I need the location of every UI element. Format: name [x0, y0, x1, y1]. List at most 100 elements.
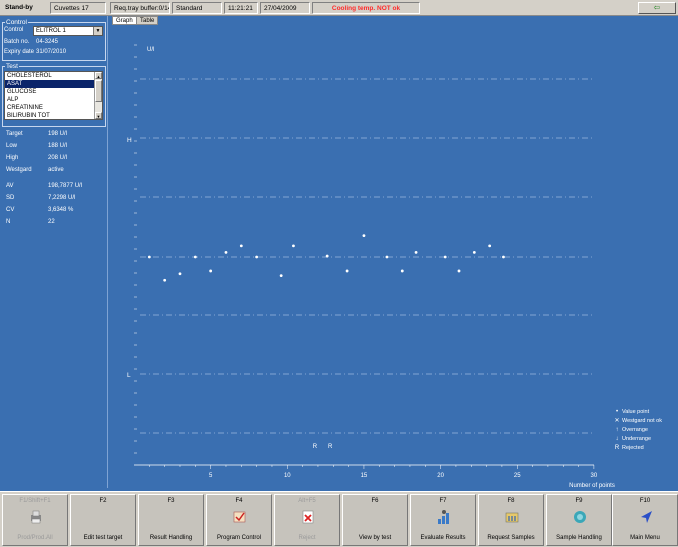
list-item[interactable]: CREATININE	[5, 104, 95, 112]
sample-handling-icon	[572, 509, 588, 525]
westgard-row: Westgard active	[6, 167, 64, 173]
value-point	[279, 274, 283, 277]
expiry-label: Expiry date	[4, 49, 35, 55]
tab-table[interactable]: Table	[136, 16, 159, 25]
test-list[interactable]: CHOLESTEROL ASAT GLUCOSE ALP CREATININE …	[4, 71, 103, 120]
fkey-shortcut: Alt+F5	[298, 498, 316, 504]
control-legend: Control	[6, 19, 27, 26]
fkey-label: Edit test target	[83, 535, 123, 541]
list-item[interactable]: CHOLESTEROL	[5, 72, 95, 80]
expiry-value: 31/07/2010	[36, 49, 67, 55]
value-point	[193, 255, 197, 259]
chevron-down-icon[interactable]: ▼	[93, 27, 102, 35]
legend-label: Underrange	[622, 436, 652, 442]
status-cuvettes: Cuvettes 17	[50, 2, 106, 14]
legend-item: ↓ Underrange	[612, 435, 676, 444]
fkey-label: Program Control	[216, 535, 261, 541]
cv-value: 3,6348 %	[48, 207, 74, 213]
batch-value: 04-3245	[36, 39, 59, 45]
legend-label: Overrange	[622, 427, 648, 433]
rejected-labels: RR	[313, 444, 333, 450]
value-point	[502, 255, 505, 259]
legend-label: Value point	[622, 409, 650, 415]
function-key-bar: F1/Shift+F1 Prod/Prod.All F2 Edit test targ…	[0, 491, 678, 547]
legend-item: R Rejected	[612, 444, 676, 453]
low-label: Low	[6, 143, 18, 149]
high-row: High 208 U/l	[6, 155, 67, 161]
x-tick-label: 25	[514, 473, 521, 479]
legend-glyph: R	[614, 445, 620, 451]
high-value: 208 U/l	[48, 155, 68, 161]
legend-item: • Value point	[612, 408, 676, 417]
value-point	[209, 269, 213, 273]
value-point	[224, 250, 228, 254]
value-point	[325, 254, 329, 258]
fkey-result-handling-button[interactable]: F3 Result Handling	[138, 494, 204, 546]
fkey-request-samples-button[interactable]: F8 Request Samples	[478, 494, 544, 546]
control-label: Control	[4, 27, 24, 33]
high-label: High	[6, 155, 19, 161]
list-item-selected[interactable]: ASAT	[5, 80, 95, 88]
scroll-down-icon[interactable]: ▼	[95, 112, 102, 119]
value-point	[414, 250, 418, 254]
av-label: AV	[6, 183, 14, 189]
x-axis-ticks: 5 10 15 20 25 30	[149, 465, 598, 479]
fkey-shortcut: F10	[639, 498, 651, 504]
cv-row: CV 3,6348 %	[6, 207, 73, 213]
target-value: 198 U/l	[48, 131, 68, 137]
legend-label: Westgard not ok	[622, 418, 662, 424]
value-point	[443, 255, 447, 259]
x-tick-label: 10	[284, 473, 291, 479]
list-item[interactable]: BILIRUBIN TOT	[5, 112, 95, 119]
chart-legend: • Value point ✕ Westgard not ok ↑ Overrange ↓ U…	[612, 408, 676, 453]
fkey-evaluate-results-button[interactable]: F7 Evaluate Results	[410, 494, 476, 546]
fkey-label: Result Handling	[149, 535, 193, 541]
fkey-main-menu-button[interactable]: F10 Main Menu	[612, 494, 678, 546]
expiry-row: Expiry date 31/07/2010	[4, 49, 66, 55]
value-point	[147, 255, 151, 259]
qc-chart: U/l H L 5 10 15 20 25 30 Number of points RR	[127, 44, 615, 489]
x-tick-label: 30	[591, 473, 598, 479]
legend-label: Rejected	[622, 445, 644, 451]
batch-row: Batch no. 04-3245	[4, 39, 58, 45]
scroll-thumb[interactable]	[95, 80, 102, 102]
fkey-sample-handling-button[interactable]: F9 Sample Handling	[546, 494, 612, 546]
high-limit-marker: H	[127, 137, 132, 144]
list-item[interactable]: GLUCOSE	[5, 88, 95, 96]
fkey-edit-test-target-button[interactable]: F2 Edit test target	[70, 494, 136, 546]
fkey-shortcut: F8	[507, 498, 515, 504]
chart-grid	[140, 78, 594, 434]
value-point	[362, 234, 366, 238]
target-row: Target 198 U/l	[6, 131, 67, 137]
tab-graph[interactable]: Graph	[112, 16, 137, 25]
evaluate-icon	[436, 509, 452, 525]
value-point	[178, 272, 182, 276]
fkey-view-by-test-button[interactable]: F6 View by test	[342, 494, 408, 546]
value-point	[163, 278, 167, 282]
request-samples-icon	[504, 509, 520, 525]
av-row: AV 198,7877 U/l	[6, 183, 82, 189]
sd-value: 7,2298 U/l	[48, 195, 76, 201]
fkey-program-control-button[interactable]: F4 Program Control	[206, 494, 272, 546]
westgard-value: active	[48, 167, 64, 173]
list-item[interactable]: ALP	[5, 96, 95, 104]
test-list-scrollbar[interactable]: ▲ ▼	[94, 72, 102, 119]
fkey-prod-prod-all-button[interactable]: F1/Shift+F1 Prod/Prod.All	[2, 494, 68, 546]
sd-row: SD 7,2298 U/l	[6, 195, 75, 201]
fkey-shortcut: F1/Shift+F1	[19, 498, 51, 504]
status-date: 27/04/2009	[260, 2, 310, 14]
fkey-shortcut: F2	[99, 498, 107, 504]
legend-glyph: ↑	[615, 427, 619, 433]
test-legend: Test	[6, 63, 18, 70]
legend-item: ✕ Westgard not ok	[612, 417, 676, 426]
scroll-up-icon[interactable]: ▲	[95, 72, 102, 79]
fkey-reject-button[interactable]: Alt+F5 Reject	[274, 494, 340, 546]
x-tick-label: 5	[209, 473, 213, 479]
y-axis-ticks	[134, 44, 137, 454]
legend-glyph: ✕	[614, 418, 620, 424]
value-point	[385, 255, 389, 259]
legend-glyph: ↓	[615, 436, 619, 442]
reject-icon	[300, 509, 316, 525]
control-select[interactable]: ELITROL 1 ▼	[33, 26, 103, 36]
back-arrow-button[interactable]: ⇦	[638, 2, 676, 14]
